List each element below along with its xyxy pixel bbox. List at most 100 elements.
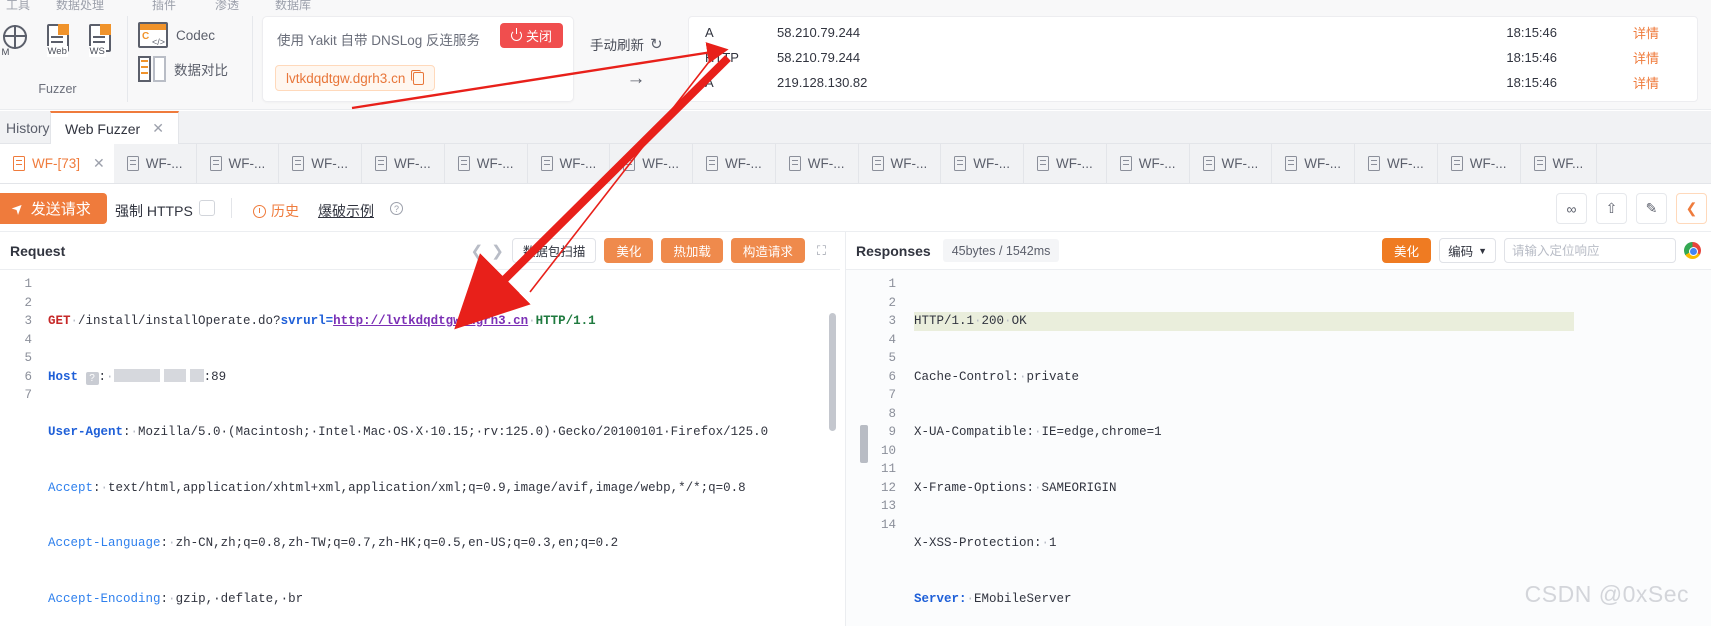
edit-icon[interactable]: ✎ [1636,193,1667,224]
line-number: 11 [880,462,896,476]
packet-scan-button[interactable]: 数据包扫描 [511,238,597,263]
sub-tab-11[interactable]: WF-... [941,144,1024,183]
line-number: 4 [24,332,32,347]
open-in-browser-icon[interactable] [1684,242,1701,259]
table-row[interactable]: A 219.128.130.82 18:15:46 详情 [689,73,1697,92]
line-number: 3 [888,314,896,328]
ws-fuzzer-icon[interactable]: WS [85,22,115,57]
response-search-box[interactable]: 🔍 [1504,238,1676,263]
mitm-globe-icon[interactable]: M [1,22,31,58]
line-number: 5 [888,351,896,365]
record-detail-link[interactable]: 详情 [1557,48,1677,67]
request-scrollbar[interactable] [829,313,836,431]
response-panel-title: Responses [856,242,931,259]
sub-tab-4[interactable]: WF-... [362,144,445,183]
sub-tab-13[interactable]: WF-... [1107,144,1190,183]
help-icon[interactable]: ? [390,202,403,215]
code-line-6: Accept-Encoding:·gzip,·deflate,·br [48,591,304,606]
sub-tab-15[interactable]: WF-... [1272,144,1355,183]
hotload-button[interactable]: 热加载 [661,238,723,263]
sub-tab-label: WF-... [476,156,514,171]
request-code-lines: GET·/install/installOperate.do?svrurl=ht… [48,270,840,626]
sub-tab-8[interactable]: WF-... [693,144,776,183]
export-icon[interactable]: ⇧ [1596,193,1627,224]
beautify-request-button[interactable]: 美化 [604,238,654,263]
chevron-right-icon[interactable]: ❯ [491,242,504,260]
sub-tab-10[interactable]: WF-... [859,144,942,183]
share-icon[interactable]: ∞ [1556,193,1587,224]
ribbon-category-1[interactable]: 数据处理 [56,0,104,13]
sub-tab-label: WF-... [145,156,183,171]
web-fuzzer-icon[interactable]: Web [43,22,73,57]
chevron-left-icon[interactable]: ❮ [471,242,484,260]
sub-tab-5[interactable]: WF-... [445,144,528,183]
table-row[interactable]: A 58.210.79.244 18:15:46 详情 [689,23,1697,42]
close-icon[interactable]: ✕ [152,120,164,137]
request-editor[interactable]: 1 2 3 4 5 6 7 GET·/install/installOperat… [0,270,840,626]
code-line-3: User-Agent:·Mozilla/5.0·(Macintosh;·Inte… [48,425,769,439]
record-detail-link[interactable]: 详情 [1557,73,1677,92]
sub-tab-label: WF-... [1387,156,1424,171]
sub-tab-16[interactable]: WF-... [1355,144,1438,183]
encoding-select[interactable]: 编码 ▼ [1439,238,1496,263]
ribbon-group-tools: C </> Codec 数据对比 [128,16,253,102]
beautify-response-button[interactable]: 美化 [1382,238,1432,263]
sub-tab-12[interactable]: WF-... [1024,144,1107,183]
ribbon-category-0[interactable]: 工具 [6,0,30,13]
response-scrollbar[interactable] [860,425,868,463]
file-icon [1285,156,1298,171]
codec-entry[interactable]: C </> Codec [138,18,215,52]
history-button[interactable]: 历史 [253,201,299,221]
manual-refresh-block: 手动刷新 ↻ → [590,34,682,90]
expand-icon[interactable]: ⛶ [813,243,830,259]
record-ip: 58.210.79.244 [777,50,861,65]
force-https-label: 强制 HTTPS [115,203,193,219]
ribbon-category-3[interactable]: 渗透 [215,0,239,13]
tab-web-fuzzer[interactable]: Web Fuzzer ✕ [50,111,179,144]
force-https-checkbox[interactable] [199,200,215,216]
manual-refresh-label: 手动刷新 [590,38,644,53]
data-compare-entry[interactable]: 数据对比 [138,52,228,86]
manual-refresh-button[interactable]: 手动刷新 ↻ [590,34,682,54]
sub-tab-18[interactable]: WF... [1521,144,1598,183]
record-detail-link[interactable]: 详情 [1557,23,1677,42]
sub-tab-1[interactable]: WF-... [114,144,197,183]
data-compare-icon [138,56,166,82]
dnslog-records-table: A 58.210.79.244 18:15:46 详情 HTTP 58.210.… [688,16,1698,102]
collapse-panel-icon[interactable]: ❮ [1676,193,1707,224]
clock-icon [253,204,266,218]
sub-tab-7[interactable]: WF-... [610,144,693,183]
line-number: 7 [888,388,896,402]
power-icon [510,28,522,41]
code-line-3: X-UA-Compatible:·IE=edge,chrome=1 [914,425,1162,439]
code-line-2: Cache-Control:·private [914,369,1080,384]
response-search-input[interactable] [1505,243,1675,258]
codec-label: Codec [176,27,216,43]
code-line-5: X-XSS-Protection:·1 [914,536,1057,550]
construct-request-button[interactable]: 构造请求 [730,238,805,263]
burst-example-button[interactable]: 爆破示例 [318,201,374,221]
dnslog-domain-chip[interactable]: lvtkdqdtgw.dgrh3.cn [275,65,436,91]
sub-tab-label: WF-... [973,156,1010,171]
close-icon[interactable]: ✕ [93,155,105,172]
sub-tab-wf-73[interactable]: WF-[73] ✕ [0,144,114,183]
sub-tab-9[interactable]: WF-... [776,144,859,183]
sub-tab-label: WF-... [807,156,845,171]
ribbon-category-4[interactable]: 数据库 [275,0,311,13]
file-icon [292,156,305,171]
top-ribbon: 工具 数据处理 插件 渗透 数据库 M Web WS Fuzzer C </> … [0,0,1711,110]
send-request-button[interactable]: ➤ 发送请求 [0,193,107,224]
sub-tab-6[interactable]: WF-... [528,144,611,183]
sub-tab-label: WF-... [1304,156,1341,171]
sub-tab-14[interactable]: WF-... [1190,144,1273,183]
response-editor[interactable]: 1 2 3 4 5 6 7 8 9 10 11 12 13 14 HTTP/1.… [846,270,1711,626]
ribbon-category-2[interactable]: 插件 [152,0,176,13]
sub-tab-17[interactable]: WF-... [1438,144,1521,183]
copy-icon[interactable] [410,70,425,85]
sub-tab-2[interactable]: WF-... [197,144,280,183]
dnslog-close-button[interactable]: 关闭 [499,23,563,48]
response-size-badge: 45bytes / 1542ms [942,239,1060,262]
sub-tab-3[interactable]: WF-... [279,144,362,183]
table-row[interactable]: HTTP 58.210.79.244 18:15:46 详情 [689,48,1697,67]
sub-tab-label: WF-... [228,156,266,171]
